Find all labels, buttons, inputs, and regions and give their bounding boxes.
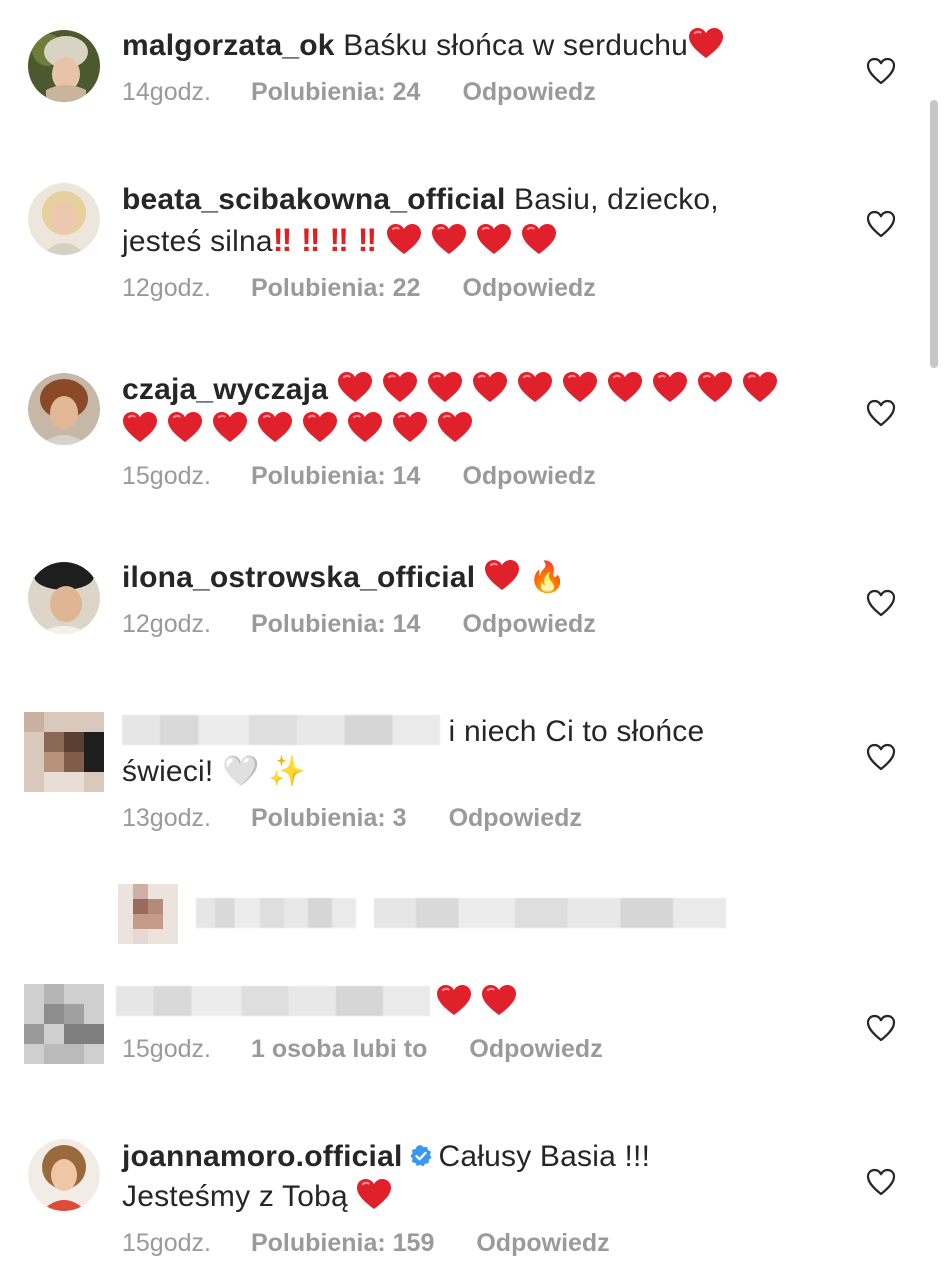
heart-outline-icon[interactable] (866, 1014, 896, 1042)
heart-outline-icon[interactable] (866, 743, 896, 771)
blurred-reply-text (374, 898, 727, 928)
comment-likes[interactable]: 1 osoba lubi to (251, 1035, 427, 1064)
red-heart-icon (167, 411, 203, 443)
comment-time: 13godz. (122, 804, 211, 832)
red-heart-icon (484, 559, 520, 591)
comment-username[interactable]: czaja_wyczaja (122, 373, 328, 406)
reply-button[interactable]: Odpowiedz (462, 610, 595, 639)
blurred-username (122, 715, 440, 745)
comment-time: 15godz. (122, 1035, 211, 1063)
reply-button[interactable]: Odpowiedz (449, 804, 582, 833)
red-heart-icon (382, 371, 418, 403)
red-heart-icon (517, 371, 553, 403)
reply-button[interactable]: Odpowiedz (462, 78, 595, 107)
reply-button[interactable]: Odpowiedz (462, 462, 595, 491)
red-heart-icon (427, 371, 463, 403)
heart-outline-icon[interactable] (866, 589, 896, 617)
red-heart-icon (302, 411, 338, 443)
reply-button[interactable]: Odpowiedz (469, 1035, 602, 1064)
avatar[interactable] (28, 1139, 100, 1211)
red-heart-icon (392, 411, 428, 443)
avatar[interactable] (28, 183, 100, 255)
comment-text-line2: Jesteśmy z Tobą (122, 1180, 348, 1213)
avatar[interactable] (28, 30, 100, 102)
verified-badge-icon (409, 1145, 431, 1167)
comment-time: 14godz. (122, 78, 211, 106)
red-heart-icon (476, 223, 512, 255)
comment-likes[interactable]: Polubienia: 14 (251, 462, 420, 491)
comment-likes[interactable]: Polubienia: 22 (251, 274, 420, 303)
white-heart-icon: 🤍 (221, 755, 260, 788)
comment-username[interactable]: ilona_ostrowska_official (122, 561, 475, 594)
comment-text: Baśku słońca w serduchu (343, 29, 689, 62)
reply-button[interactable]: Odpowiedz (476, 1229, 609, 1258)
scrollbar[interactable] (930, 100, 938, 368)
blurred-reply-text (196, 898, 356, 928)
red-heart-icon (431, 223, 467, 255)
heart-outline-icon[interactable] (866, 1168, 896, 1196)
comment-likes[interactable]: Polubienia: 24 (251, 78, 420, 107)
heart-outline-icon[interactable] (866, 57, 896, 85)
red-heart-icon (521, 223, 557, 255)
comment-time: 12godz. (122, 274, 211, 302)
comment-likes[interactable]: Polubienia: 14 (251, 610, 420, 639)
red-heart-icon (212, 411, 248, 443)
comment-likes[interactable]: Polubienia: 159 (251, 1229, 434, 1258)
avatar[interactable] (118, 884, 178, 944)
red-heart-icon (337, 371, 373, 403)
red-heart-icon (688, 27, 724, 59)
red-heart-icon (437, 411, 473, 443)
red-heart-icon (607, 371, 643, 403)
avatar[interactable] (24, 984, 104, 1064)
avatar[interactable] (28, 562, 100, 634)
avatar[interactable] (24, 712, 104, 792)
comment-username[interactable]: malgorzata_ok (122, 29, 335, 62)
fire-icon: 🔥 (528, 561, 567, 594)
blurred-username (116, 986, 430, 1016)
heart-outline-icon[interactable] (866, 399, 896, 427)
comment-username[interactable]: joannamoro.official (122, 1140, 403, 1173)
sparkles-icon: ✨ (268, 755, 306, 788)
red-heart-icon (472, 371, 508, 403)
comment-time: 15godz. (122, 1229, 211, 1257)
comment-time: 15godz. (122, 462, 211, 490)
red-heart-icon (257, 411, 293, 443)
comment-time: 12godz. (122, 610, 211, 638)
double-exclamation-icon: ‼ (329, 222, 348, 258)
red-heart-icon (356, 1178, 392, 1210)
red-heart-icon (481, 984, 517, 1016)
red-heart-icon (386, 223, 422, 255)
avatar[interactable] (28, 373, 100, 445)
red-heart-icon (122, 411, 158, 443)
red-heart-icon (436, 984, 472, 1016)
comment-text: i niech Ci to słońce (448, 715, 705, 748)
comment-text-line2: świeci! (122, 755, 214, 788)
comment-text: Całusy Basia !!! (438, 1140, 651, 1173)
red-heart-icon (562, 371, 598, 403)
double-exclamation-icon: ‼ (301, 222, 320, 258)
red-heart-icon (652, 371, 688, 403)
comment-username[interactable]: beata_scibakowna_official (122, 183, 506, 216)
comment-text-line2: jesteś silna (122, 225, 273, 258)
comment-likes[interactable]: Polubienia: 3 (251, 804, 407, 833)
reply-button[interactable]: Odpowiedz (462, 274, 595, 303)
comment-text: Basiu, dziecko, (514, 183, 719, 216)
red-heart-icon (347, 411, 383, 443)
heart-outline-icon[interactable] (866, 210, 896, 238)
red-heart-icon (697, 371, 733, 403)
double-exclamation-icon: ‼ (357, 222, 377, 258)
red-heart-icon (742, 371, 778, 403)
double-exclamation-icon: ‼ (272, 222, 292, 258)
